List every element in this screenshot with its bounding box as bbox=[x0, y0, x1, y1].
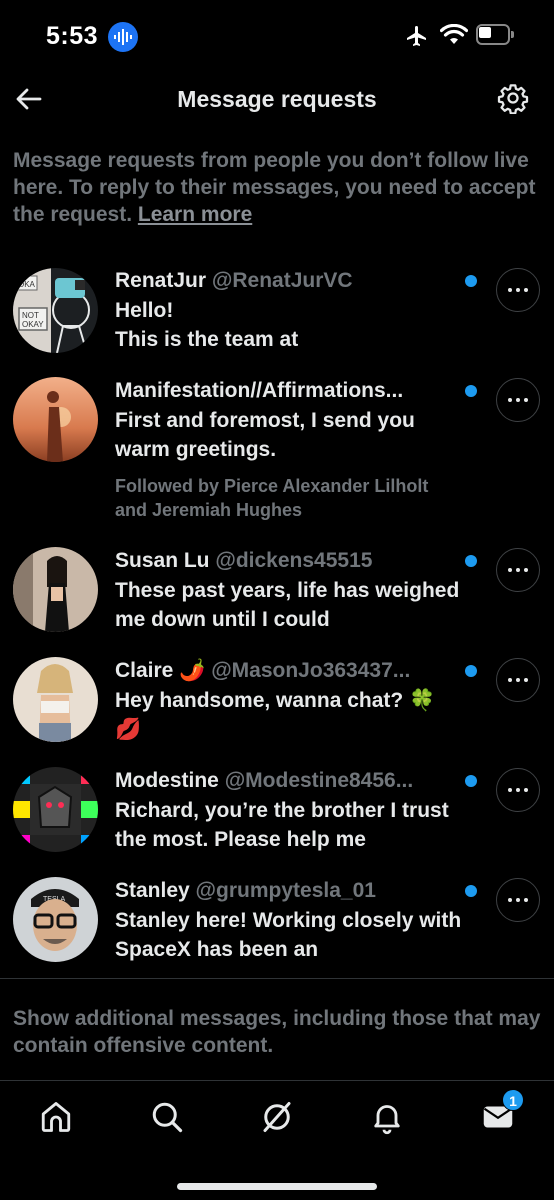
svg-text:NOT: NOT bbox=[22, 311, 39, 320]
message-request-item[interactable]: Manifestation//Affirmations... First and… bbox=[0, 374, 554, 544]
status-bar: 5:53 bbox=[0, 0, 554, 72]
more-options-button[interactable] bbox=[496, 658, 540, 702]
message-preview: These past years, life has weighed me do… bbox=[115, 579, 460, 631]
man-glasses-avatar[interactable]: TESLA bbox=[13, 877, 98, 962]
sender-name: RenatJur bbox=[115, 269, 207, 292]
message-request-item[interactable]: Claire 🌶️ @MasonJo363437... Hey handsome… bbox=[0, 654, 554, 764]
more-options-button[interactable] bbox=[496, 768, 540, 812]
silhouette-avatar[interactable] bbox=[13, 377, 98, 462]
message-request-item[interactable]: Susan Lu @dickens45515 These past years,… bbox=[0, 544, 554, 654]
learn-more-link[interactable]: Learn more bbox=[138, 203, 252, 226]
status-time: 5:53 bbox=[46, 22, 99, 50]
show-additional-messages-link[interactable]: Show additional messages, including thos… bbox=[13, 1005, 548, 1059]
sender-name: Claire 🌶️ bbox=[115, 659, 206, 682]
message-request-item[interactable]: TESLA Stanley @grumpytesla_01 Stanley he… bbox=[0, 874, 554, 978]
more-options-button[interactable] bbox=[496, 268, 540, 312]
sender-handle: @MasonJo363437... bbox=[211, 659, 411, 682]
sender-handle: @RenatJurVC bbox=[211, 269, 353, 292]
message-preview: First and foremost, I send you warm gree… bbox=[115, 409, 415, 461]
message-preview: Hey handsome, wanna chat? 🍀 💋 bbox=[115, 689, 436, 741]
sender-handle: @grumpytesla_01 bbox=[195, 879, 376, 902]
svg-text:OKA: OKA bbox=[18, 280, 36, 289]
page-title: Message requests bbox=[177, 86, 377, 112]
followed-by-text: Followed by Pierce Alexander Lilholt and… bbox=[115, 476, 429, 520]
more-options-button[interactable] bbox=[496, 378, 540, 422]
okay-not-okay-avatar[interactable]: NOT OKAY OKA bbox=[13, 268, 98, 353]
search-icon[interactable] bbox=[149, 1099, 185, 1135]
unread-indicator bbox=[465, 555, 477, 567]
settings-gear-icon[interactable] bbox=[497, 82, 529, 114]
sender-handle: @dickens45515 bbox=[215, 549, 373, 572]
unread-indicator bbox=[465, 885, 477, 897]
wifi-icon bbox=[440, 24, 468, 44]
colorful-art-avatar[interactable] bbox=[13, 767, 98, 852]
message-request-item[interactable]: Modestine @Modestine8456... Richard, you… bbox=[0, 764, 554, 874]
intro-text: Message requests from people you don’t f… bbox=[13, 147, 543, 228]
sender-name: Susan Lu bbox=[115, 549, 210, 572]
grok-icon[interactable] bbox=[259, 1099, 295, 1135]
home-icon[interactable] bbox=[38, 1099, 74, 1135]
audio-recording-icon bbox=[108, 22, 138, 52]
header: Message requests bbox=[0, 72, 554, 126]
airplane-mode-icon bbox=[407, 26, 426, 46]
woman-photo-avatar[interactable] bbox=[13, 547, 98, 632]
sender-handle: @Modestine8456... bbox=[224, 769, 414, 792]
unread-indicator bbox=[465, 775, 477, 787]
sender-name: Manifestation//Affirmations... bbox=[115, 379, 404, 402]
message-request-item[interactable]: NOT OKAY OKA RenatJur @RenatJurVC Hello!… bbox=[0, 264, 554, 374]
more-options-button[interactable] bbox=[496, 878, 540, 922]
message-preview: Stanley here! Working closely with Space… bbox=[115, 909, 462, 961]
unread-indicator bbox=[465, 385, 477, 397]
sender-name: Stanley bbox=[115, 879, 190, 902]
messages-badge: 1 bbox=[502, 1089, 524, 1111]
home-indicator[interactable] bbox=[177, 1183, 377, 1190]
messages-tab[interactable]: 1 bbox=[480, 1089, 524, 1135]
more-options-button[interactable] bbox=[496, 548, 540, 592]
battery-icon bbox=[476, 24, 514, 45]
intro-description: Message requests from people you don’t f… bbox=[13, 149, 536, 226]
notifications-icon[interactable] bbox=[369, 1099, 405, 1135]
message-preview: Hello! This is the team at bbox=[115, 299, 299, 351]
unread-indicator bbox=[465, 665, 477, 677]
sender-name: Modestine bbox=[115, 769, 219, 792]
divider bbox=[0, 978, 554, 979]
message-preview: Richard, you’re the brother I trust the … bbox=[115, 799, 449, 851]
woman-photo-avatar[interactable] bbox=[13, 657, 98, 742]
bottom-navigation: 1 bbox=[0, 1080, 554, 1200]
svg-text:OKAY: OKAY bbox=[22, 320, 44, 329]
unread-indicator bbox=[465, 275, 477, 287]
